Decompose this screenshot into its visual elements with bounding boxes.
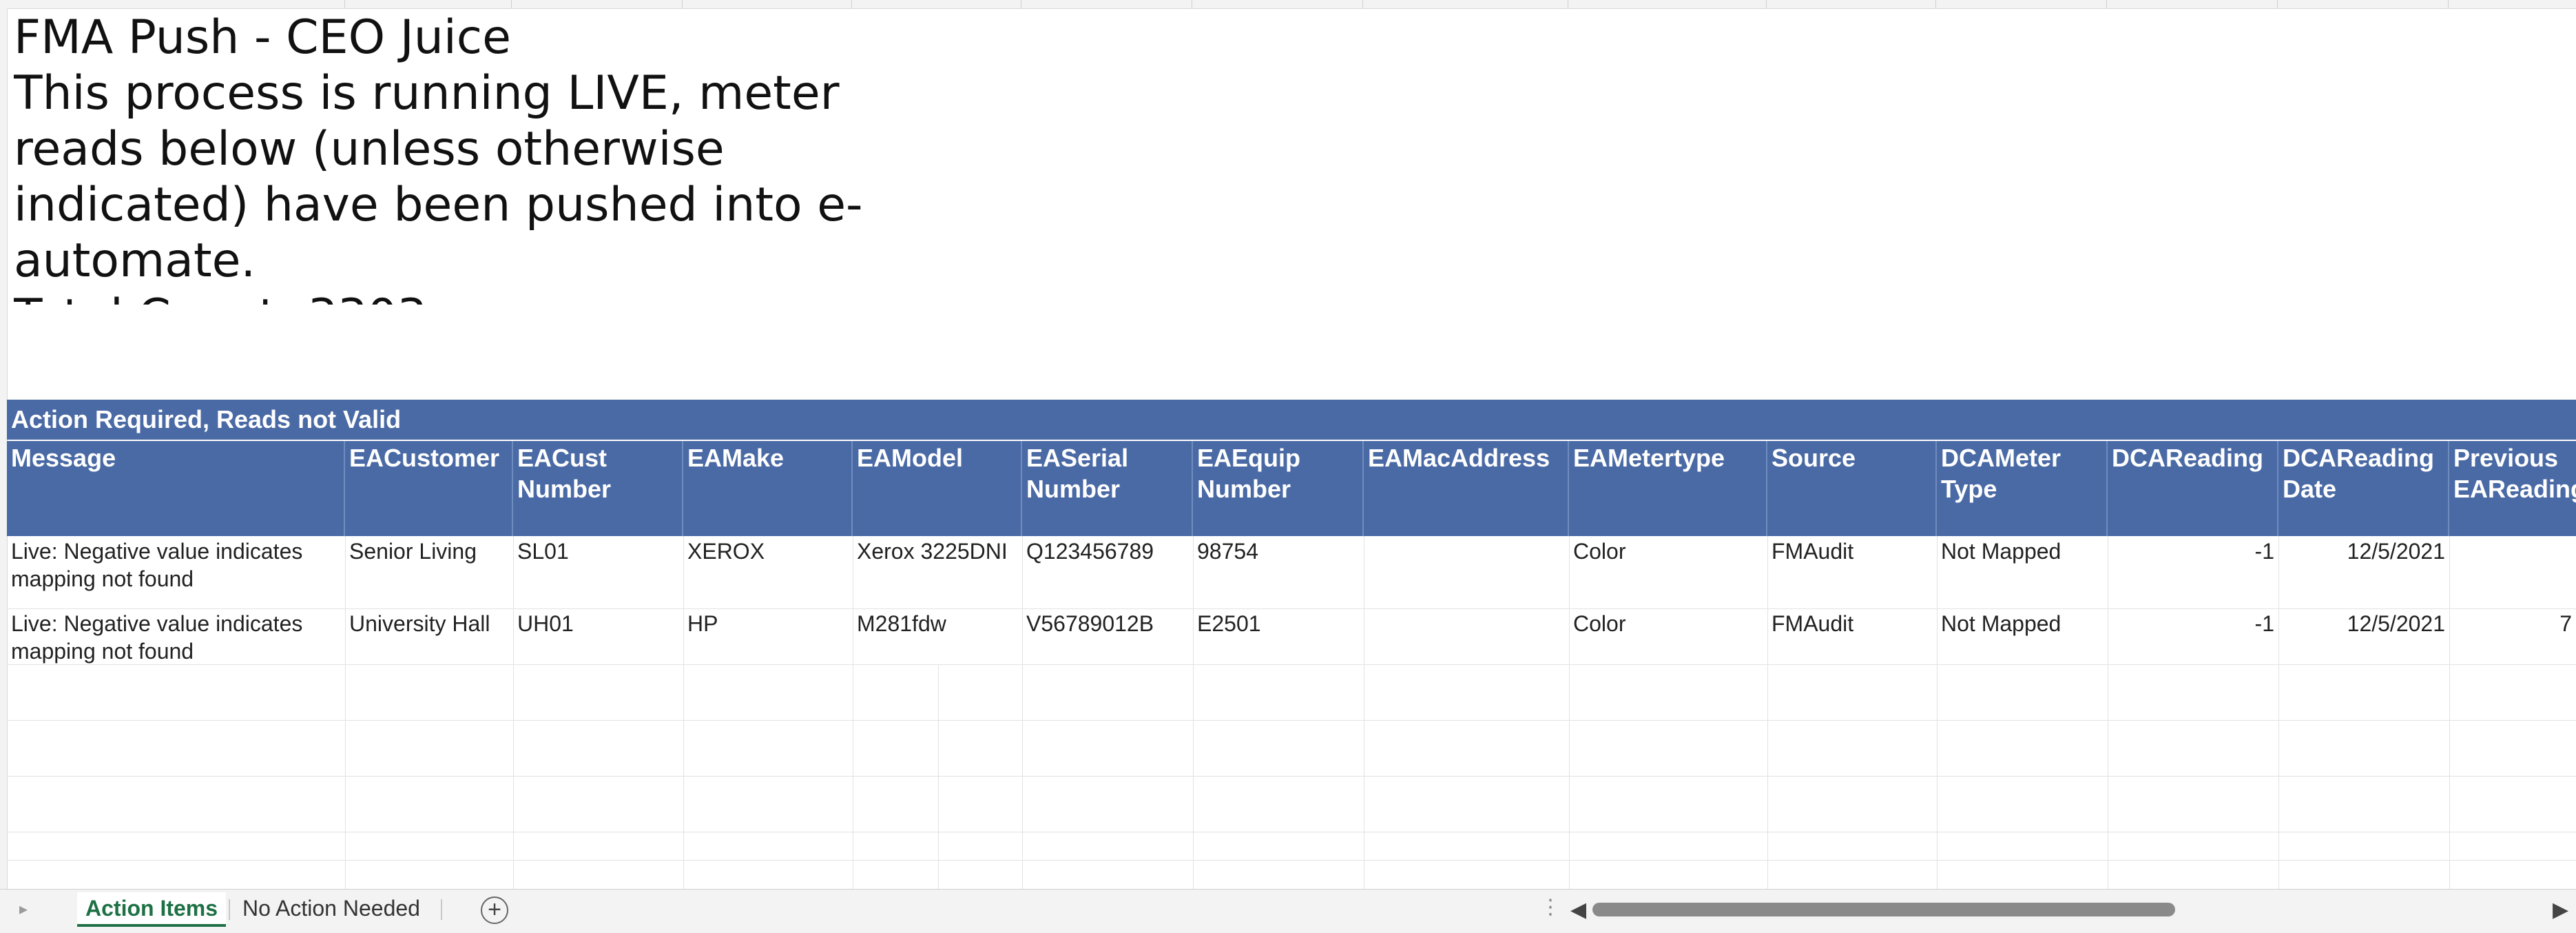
gridline	[1569, 536, 1570, 889]
cell-eamake[interactable]: XEROX	[683, 536, 853, 566]
header-eamake[interactable]: EAMake	[683, 441, 853, 536]
cell-message[interactable]: Live: Negative value indicates mapping n…	[7, 536, 345, 594]
cell-eametertype[interactable]: Color	[1569, 608, 1767, 639]
scrollbar-thumb[interactable]	[1592, 903, 2175, 916]
header-previous-eareading[interactable]: Previous EAReading	[2449, 441, 2576, 536]
gridline	[1767, 536, 1768, 889]
cell-previous-eareading[interactable]: 7	[2449, 608, 2576, 639]
cell-previous-eareading[interactable]	[2449, 536, 2576, 539]
gridline	[2449, 536, 2450, 889]
tab-separator	[441, 899, 442, 920]
cell-eamake[interactable]: HP	[683, 608, 853, 639]
cell-dcareading-date[interactable]: 12/5/2021	[2278, 536, 2449, 566]
column-divider	[344, 0, 345, 8]
header-dcareading-date[interactable]: DCAReading Date	[2278, 441, 2449, 536]
column-divider	[2106, 0, 2107, 8]
cell-dcareading-date[interactable]: 12/5/2021	[2278, 608, 2449, 639]
header-source[interactable]: Source	[1767, 441, 1937, 536]
header-easerial-number[interactable]: EASerial Number	[1022, 441, 1193, 536]
title-total-count: Total Count: 3303	[14, 289, 868, 305]
gridline	[683, 536, 684, 889]
column-divider	[1362, 0, 1363, 8]
title-description: This process is running LIVE, meter read…	[14, 66, 863, 288]
cell-eamodel[interactable]: M281fdw	[853, 608, 1022, 639]
cell-dcareading[interactable]: -1	[2108, 536, 2278, 566]
sheet-tab-bar: ▸ Action Items No Action Needed + ⋮ ◀ ▶	[0, 889, 2576, 933]
triangle-left-icon[interactable]: ◀	[1570, 898, 1586, 922]
report-title-cell[interactable]: FMA Push - CEO Juice This process is run…	[14, 10, 868, 305]
tab-action-items[interactable]: Action Items	[77, 892, 227, 927]
cell-source[interactable]: FMAudit	[1767, 608, 1937, 639]
header-eaequip-number[interactable]: EAEquip Number	[1193, 441, 1364, 536]
gridline	[7, 776, 2576, 777]
header-eamodel[interactable]: EAModel	[853, 441, 1022, 536]
cell-eaequip-number[interactable]: E2501	[1193, 608, 1364, 639]
vertical-dots-icon[interactable]: ⋮	[1540, 895, 1561, 919]
header-message[interactable]: Message	[7, 441, 345, 536]
cell-dcameter-type[interactable]: Not Mapped	[1937, 536, 2108, 566]
cell-easerial-number[interactable]: Q123456789	[1022, 536, 1193, 566]
gridline	[513, 536, 514, 889]
cell-eacustomer[interactable]: University Hall	[345, 608, 513, 639]
column-divider	[851, 0, 852, 8]
gridline	[1937, 536, 1938, 889]
section-banner[interactable]: Action Required, Reads not Valid	[7, 400, 2576, 440]
column-divider	[511, 0, 512, 8]
header-eametertype[interactable]: EAMetertype	[1569, 441, 1767, 536]
cell-easerial-number[interactable]: V56789012B	[1022, 608, 1193, 639]
cell-eacustomer[interactable]: Senior Living	[345, 536, 513, 566]
cell-eamodel[interactable]: Xerox 3225DNI	[853, 536, 1022, 566]
plus-circle-icon[interactable]: +	[481, 896, 508, 924]
column-divider	[1935, 0, 1936, 8]
tab-no-action-needed[interactable]: No Action Needed	[234, 892, 428, 924]
header-eamacaddress[interactable]: EAMacAddress	[1364, 441, 1569, 536]
gridline	[7, 860, 2576, 861]
gridline	[7, 664, 2576, 665]
cell-source[interactable]: FMAudit	[1767, 536, 1937, 566]
cell-dcameter-type[interactable]: Not Mapped	[1937, 608, 2108, 639]
triangle-right-small-icon[interactable]: ▸	[19, 899, 28, 919]
header-previous-label: Previous EAReading	[2453, 444, 2576, 503]
gridline	[1022, 536, 1023, 889]
column-divider	[2448, 0, 2449, 8]
header-dcameter-type[interactable]: DCAMeter Type	[1937, 441, 2108, 536]
column-header-strip	[0, 0, 2576, 9]
cell-dcareading[interactable]: -1	[2108, 608, 2278, 639]
gridline	[2278, 536, 2279, 889]
cell-eametertype[interactable]: Color	[1569, 536, 1767, 566]
cell-message[interactable]: Live: Negative value indicates mapping n…	[7, 608, 345, 666]
cell-eaequip-number[interactable]: 98754	[1193, 536, 1364, 566]
tab-separator	[229, 899, 230, 920]
triangle-right-icon[interactable]: ▶	[2553, 898, 2568, 922]
header-eacustomer[interactable]: EACustomer	[345, 441, 513, 536]
gridline	[938, 664, 939, 889]
cell-eamacaddress[interactable]	[1364, 608, 1569, 611]
gridline	[1193, 536, 1194, 889]
header-dcareading[interactable]: DCAReading	[2108, 441, 2278, 536]
column-divider	[682, 0, 683, 8]
gridline	[345, 536, 346, 889]
column-divider	[1766, 0, 1767, 8]
cell-eacust-number[interactable]: SL01	[513, 536, 683, 566]
header-eacust-number[interactable]: EACust Number	[513, 441, 683, 536]
cell-eamacaddress[interactable]	[1364, 536, 1569, 539]
gridline	[7, 720, 2576, 721]
cell-eacust-number[interactable]: UH01	[513, 608, 683, 639]
column-divider	[2277, 0, 2278, 8]
title-line: FMA Push - CEO Juice	[14, 10, 511, 65]
